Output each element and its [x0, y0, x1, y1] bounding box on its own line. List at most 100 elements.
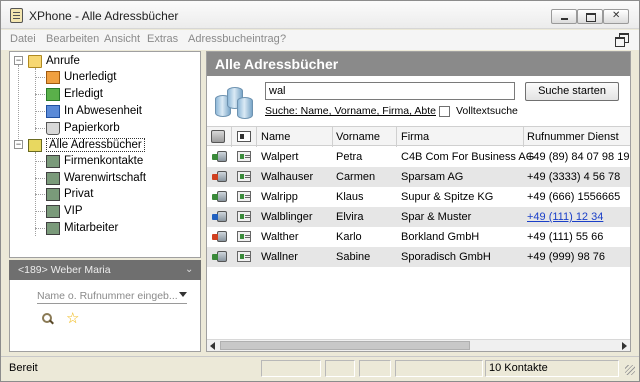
cell-rufnummer[interactable]: +49 (666) 1556665	[527, 191, 620, 203]
tree-item-abwesenheit[interactable]: In Abwesenheit	[46, 103, 142, 119]
address-card-icon[interactable]	[237, 131, 251, 142]
table-row[interactable]: Wallner Sabine Sporadisch GmbH +49 (999) 98…	[207, 247, 630, 267]
scroll-left-icon[interactable]	[210, 342, 215, 350]
scroll-thumb[interactable]	[220, 341, 470, 350]
menu-help[interactable]: ?	[280, 33, 286, 45]
tree-item-label: Mitarbeiter	[64, 222, 119, 234]
user-label: <189> Weber Maria	[18, 264, 111, 276]
status-panel	[395, 360, 483, 377]
tree-item-papierkorb[interactable]: Papierkorb	[46, 120, 120, 136]
tree-item-erledigt[interactable]: Erledigt	[46, 86, 103, 102]
contact-type-icon[interactable]	[211, 130, 225, 143]
tree-item-privat[interactable]: Privat	[46, 186, 93, 202]
maximize-button[interactable]	[577, 9, 603, 24]
table-header: Name Vorname Firma Rufnummer Dienst	[207, 126, 630, 147]
quick-dial-panel: Name o. Rufnummer eingeb... ☆	[9, 280, 201, 352]
panel-title: Alle Adressbücher	[215, 56, 339, 72]
cell-vorname: Karlo	[336, 231, 362, 243]
column-header-vorname[interactable]: Vorname	[336, 131, 380, 143]
tree-item-label: Privat	[64, 188, 94, 200]
address-book-panel: Alle Adressbücher Suche starten Suche: N…	[206, 51, 631, 352]
tree-item-anrufe[interactable]: Anrufe	[28, 53, 80, 69]
tree-item-firmenkontakte[interactable]: Firmenkontakte	[46, 153, 143, 169]
address-book-icon	[46, 154, 60, 168]
address-card-icon	[237, 251, 251, 262]
table-row[interactable]: Walther Karlo Borkland GmbH +49 (111) 55 66	[207, 227, 630, 247]
horizontal-scrollbar[interactable]	[207, 339, 630, 351]
restore-window-icon[interactable]	[615, 33, 629, 47]
window-title: XPhone - Alle Adressbücher	[29, 9, 179, 23]
column-header-rufnummer[interactable]: Rufnummer Dienst	[527, 131, 619, 143]
menu-ansicht[interactable]: Ansicht	[104, 33, 140, 45]
cell-rufnummer[interactable]: +49 (999) 98 76	[527, 251, 605, 263]
menu-bar: Datei Bearbeiten Ansicht Extras Adressbu…	[1, 30, 639, 50]
tree-item-alle-adressbuecher[interactable]: Alle Adressbücher	[28, 137, 145, 153]
tree-item-label: VIP	[64, 205, 83, 217]
cell-rufnummer[interactable]: +49 (111) 12 34	[527, 211, 603, 223]
status-panel	[325, 360, 355, 377]
collapse-adressbuecher-icon[interactable]: −	[14, 140, 23, 149]
cell-firma: Borkland GmbH	[401, 231, 480, 243]
cell-rufnummer[interactable]: +49 (3333) 4 56 78	[527, 171, 620, 183]
collapse-anrufe-icon[interactable]: −	[14, 56, 23, 65]
contact-person-icon	[212, 150, 228, 163]
tree-item-label: Alle Adressbücher	[46, 138, 145, 152]
address-card-icon	[237, 191, 251, 202]
table-row[interactable]: Walpert Petra C4B Com For Business AG +49 (…	[207, 147, 630, 167]
contact-person-icon	[212, 170, 228, 183]
tree-item-vip[interactable]: VIP	[46, 203, 83, 219]
column-header-name[interactable]: Name	[261, 131, 290, 143]
tree-item-mitarbeiter[interactable]: Mitarbeiter	[46, 220, 118, 236]
quick-search-combo[interactable]: Name o. Rufnummer eingeb...	[37, 288, 187, 304]
table-row[interactable]: Walripp Klaus Supur & Spitze KG +49 (666) 1…	[207, 187, 630, 207]
cell-firma: Supur & Spitze KG	[401, 191, 494, 203]
chevron-down-icon[interactable]: ⌄	[185, 264, 193, 275]
cell-name: Walhauser	[261, 171, 314, 183]
tree-item-label: Firmenkontakte	[64, 155, 144, 167]
contact-person-icon	[212, 250, 228, 263]
menu-datei[interactable]: Datei	[10, 33, 36, 45]
menu-adressbucheintrag[interactable]: Adressbucheintrag	[188, 33, 280, 45]
database-icon	[213, 81, 259, 121]
cell-firma: Spar & Muster	[401, 211, 472, 223]
column-header-firma[interactable]: Firma	[401, 131, 429, 143]
cell-vorname: Sabine	[336, 251, 371, 263]
scroll-right-icon[interactable]	[622, 342, 627, 350]
address-card-icon	[237, 211, 251, 222]
contact-person-icon	[212, 190, 228, 203]
phone-book-icon	[10, 8, 23, 23]
cell-firma: Sparsam AG	[401, 171, 464, 183]
title-bar: XPhone - Alle Adressbücher	[1, 1, 639, 29]
menu-bearbeiten[interactable]: Bearbeiten	[46, 33, 99, 45]
cell-rufnummer[interactable]: +49 (89) 84 07 98 199	[527, 151, 630, 163]
tree-item-label: Anrufe	[46, 55, 80, 67]
resize-grip-icon[interactable]	[625, 365, 635, 375]
open-calls-folder-icon	[46, 70, 60, 84]
address-book-icon	[46, 204, 60, 218]
done-calls-folder-icon	[46, 87, 60, 101]
tree-item-warenwirtschaft[interactable]: Warenwirtschaft	[46, 170, 146, 186]
menu-extras[interactable]: Extras	[147, 33, 178, 45]
search-input[interactable]	[265, 82, 515, 100]
cell-rufnummer[interactable]: +49 (111) 55 66	[527, 231, 603, 243]
tree-item-unerledigt[interactable]: Unerledigt	[46, 69, 116, 85]
user-bar[interactable]: <189> Weber Maria ⌄	[9, 260, 201, 280]
tree-item-label: Erledigt	[64, 88, 103, 100]
search-start-button[interactable]: Suche starten	[525, 82, 619, 101]
address-books-icon	[28, 138, 42, 152]
table-row[interactable]: Walhauser Carmen Sparsam AG +49 (3333) 4 56…	[207, 167, 630, 187]
cell-name: Walther	[261, 231, 299, 243]
contacts-table: Name Vorname Firma Rufnummer Dienst Walp…	[207, 126, 630, 338]
address-book-icon	[46, 187, 60, 201]
search-icon[interactable]	[42, 313, 54, 325]
close-button[interactable]	[603, 9, 629, 24]
search-fields-link[interactable]: Suche: Name, Vorname, Firma, Abte	[265, 105, 436, 117]
fulltext-label: Volltextsuche	[456, 105, 518, 117]
table-row[interactable]: Walblinger Elvira Spar & Muster +49 (111) 1…	[207, 207, 630, 227]
tree-item-label: In Abwesenheit	[64, 105, 143, 117]
dropdown-arrow-icon[interactable]	[179, 292, 187, 297]
favorites-star-icon[interactable]: ☆	[66, 309, 79, 327]
minimize-button[interactable]	[551, 9, 577, 24]
cell-name: Walripp	[261, 191, 298, 203]
fulltext-checkbox[interactable]	[439, 106, 450, 117]
